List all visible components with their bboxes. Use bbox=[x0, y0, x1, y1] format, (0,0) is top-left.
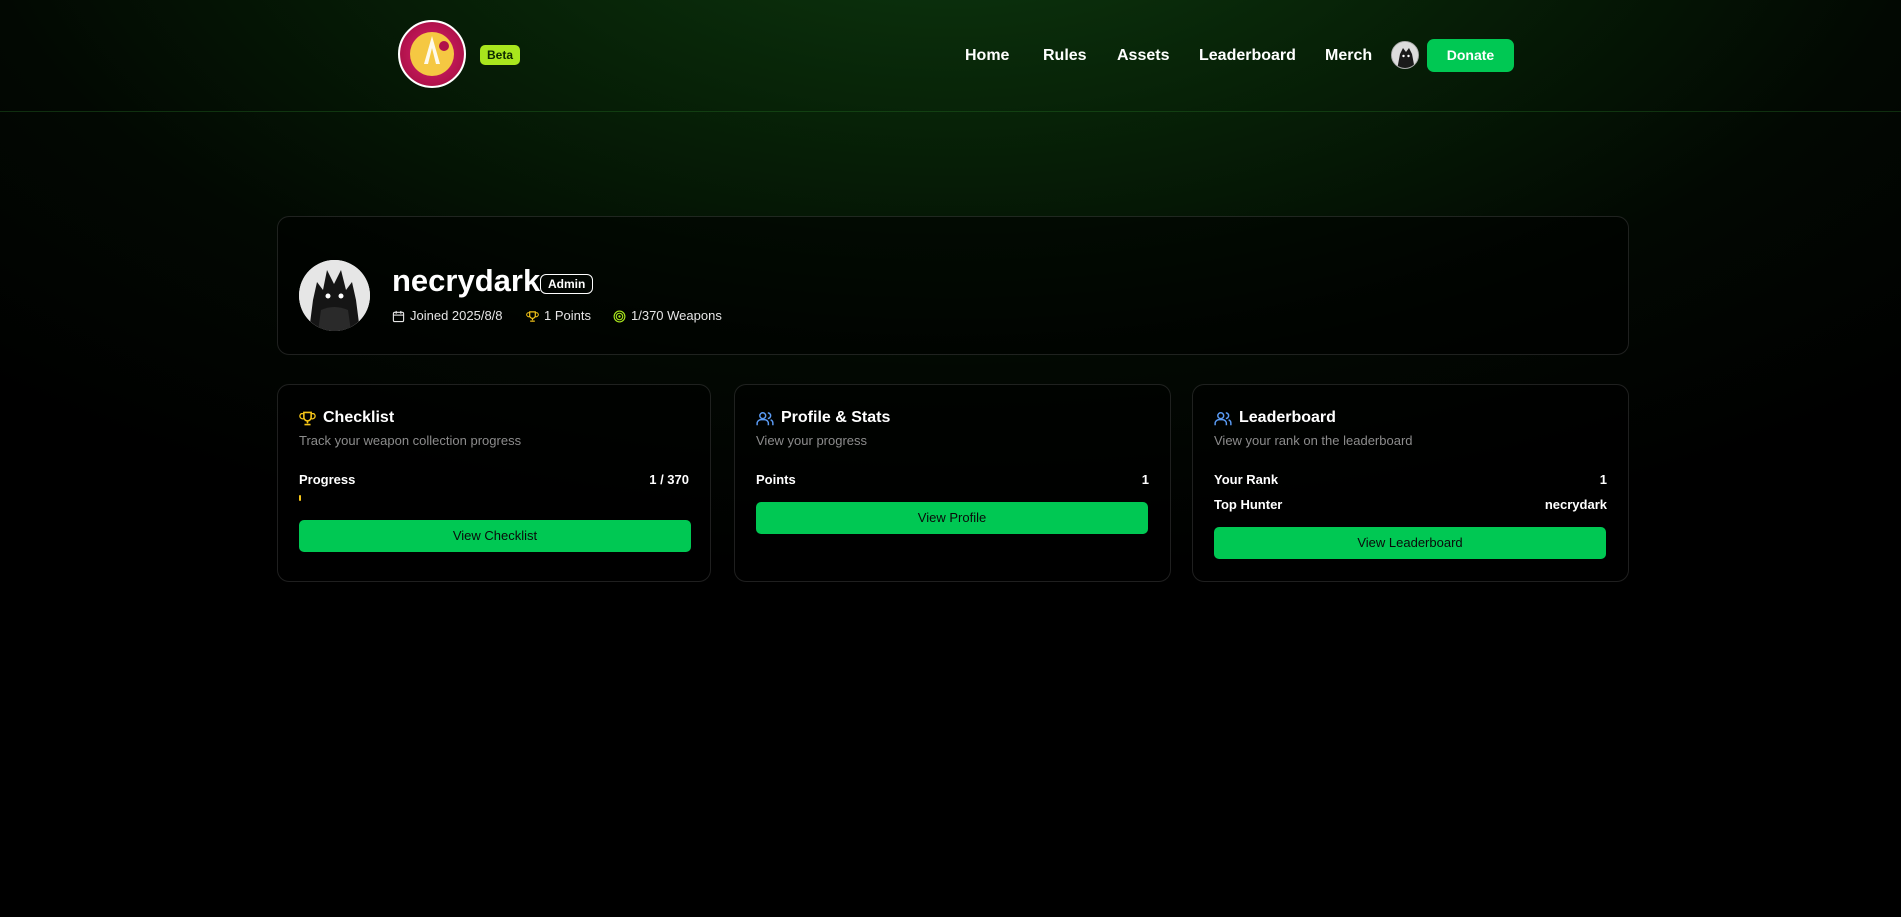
leaderboard-subtitle: View your rank on the leaderboard bbox=[1214, 433, 1413, 448]
trophy-icon bbox=[526, 310, 539, 322]
leaderboard-title: Leaderboard bbox=[1214, 407, 1336, 429]
points-stat: 1 Points bbox=[526, 307, 591, 325]
nav-home[interactable]: Home bbox=[965, 44, 1009, 68]
nav-merch[interactable]: Merch bbox=[1325, 44, 1372, 68]
stats-card: Profile & Stats View your progress Point… bbox=[734, 384, 1171, 582]
users-icon bbox=[756, 411, 774, 425]
weapons-text: 1/370 Weapons bbox=[631, 308, 722, 323]
profile-avatar bbox=[299, 260, 370, 331]
points-label: Points bbox=[756, 472, 796, 487]
trophy-icon bbox=[299, 411, 316, 425]
progress-bar bbox=[299, 495, 691, 501]
community-logo[interactable] bbox=[398, 20, 466, 88]
weapons-stat: 1/370 Weapons bbox=[613, 307, 722, 325]
checklist-card: Checklist Track your weapon collection p… bbox=[277, 384, 711, 582]
progress-bar-fill bbox=[299, 495, 301, 501]
view-leaderboard-button[interactable]: View Leaderboard bbox=[1214, 527, 1606, 559]
users-icon bbox=[1214, 411, 1232, 425]
calendar-icon bbox=[392, 310, 405, 322]
rank-value: 1 bbox=[1599, 472, 1607, 487]
role-badge: Admin bbox=[540, 274, 594, 294]
profile-username: necrydark bbox=[392, 263, 541, 298]
top-hunter-value: necrydark bbox=[1544, 497, 1607, 512]
site-header: Beta Home Rules Assets Leaderboard Merch… bbox=[0, 0, 1901, 112]
checklist-subtitle: Track your weapon collection progress bbox=[299, 433, 522, 448]
stats-title-text: Profile & Stats bbox=[781, 409, 891, 426]
donate-button[interactable]: Donate bbox=[1427, 39, 1514, 72]
view-profile-button[interactable]: View Profile bbox=[756, 502, 1148, 534]
view-checklist-button[interactable]: View Checklist bbox=[299, 520, 691, 552]
progress-label: Progress bbox=[299, 472, 356, 487]
stats-subtitle: View your progress bbox=[756, 433, 868, 448]
user-avatar[interactable] bbox=[1391, 41, 1419, 69]
stats-title: Profile & Stats bbox=[756, 407, 890, 429]
checklist-title-text: Checklist bbox=[323, 409, 395, 426]
top-hunter-label: Top Hunter bbox=[1214, 497, 1283, 512]
progress-value: 1 / 370 bbox=[649, 472, 689, 487]
nav-leaderboard[interactable]: Leaderboard bbox=[1199, 44, 1296, 68]
joined-date: Joined 2025/8/8 bbox=[392, 307, 503, 325]
points-text: 1 Points bbox=[544, 308, 591, 323]
points-value: 1 bbox=[1141, 472, 1149, 487]
nav-rules[interactable]: Rules bbox=[1043, 44, 1087, 68]
leaderboard-title-text: Leaderboard bbox=[1239, 409, 1336, 426]
nav-assets[interactable]: Assets bbox=[1117, 44, 1169, 68]
joined-text: Joined 2025/8/8 bbox=[410, 308, 503, 323]
checklist-title: Checklist bbox=[299, 407, 394, 429]
leaderboard-card: Leaderboard View your rank on the leader… bbox=[1192, 384, 1629, 582]
rank-label: Your Rank bbox=[1214, 472, 1279, 487]
beta-badge: Beta bbox=[480, 45, 521, 65]
target-icon bbox=[613, 310, 626, 322]
profile-card: necrydark Admin Joined 2025/8/8 1 Points… bbox=[277, 216, 1629, 355]
